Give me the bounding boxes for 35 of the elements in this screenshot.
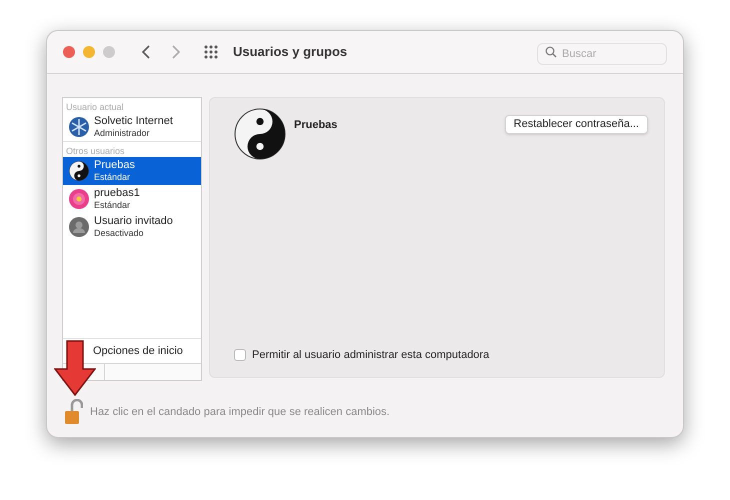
user-role: Estándar [94,171,132,183]
group-header: Otros usuarios [65,145,126,157]
person-avatar-icon [69,217,89,237]
yin-yang-avatar-icon [234,108,286,160]
user-item[interactable]: Solvetic Internet Administrador [63,113,201,141]
minimize-button[interactable] [83,46,95,58]
user-role: Estándar [94,199,132,211]
grid-icon[interactable] [203,44,219,60]
snowflake-avatar-icon [69,117,89,137]
zoom-button[interactable] [103,46,115,58]
group-header: Usuario actual [65,101,125,113]
unlocked-padlock-icon[interactable] [63,399,83,425]
user-item[interactable]: Usuario invitado Desactivado [63,213,201,241]
user-item[interactable]: pruebas1 Estándar [63,185,201,213]
window-title: Usuarios y grupos [233,43,348,62]
user-name: Pruebas [294,118,338,133]
login-options-item[interactable]: Opciones de inicio [93,342,183,360]
user-role: Administrador [94,127,151,139]
user-name: pruebas1 [94,187,140,199]
forward-icon[interactable] [171,44,181,60]
reset-password-button[interactable]: Restablecer contraseña... [504,115,648,134]
user-role: Desactivado [94,227,145,239]
search-field[interactable]: Buscar [537,43,667,65]
yin-yang-avatar-icon [69,161,89,181]
close-button[interactable] [63,46,75,58]
user-name: Solvetic Internet [94,115,173,127]
admin-checkbox-label: Permitir al usuario administrar esta computadora [252,348,490,362]
user-item[interactable]: Pruebas Estándar [63,157,201,185]
back-icon[interactable] [141,44,151,60]
flower-avatar-icon [69,189,89,209]
search-icon [545,46,557,58]
user-name: Usuario invitado [94,215,173,227]
user-name: Pruebas [94,159,135,171]
admin-checkbox[interactable] [234,348,246,361]
lock-message: Haz clic en el candado para impedir que se realicen cambios. [90,404,390,420]
